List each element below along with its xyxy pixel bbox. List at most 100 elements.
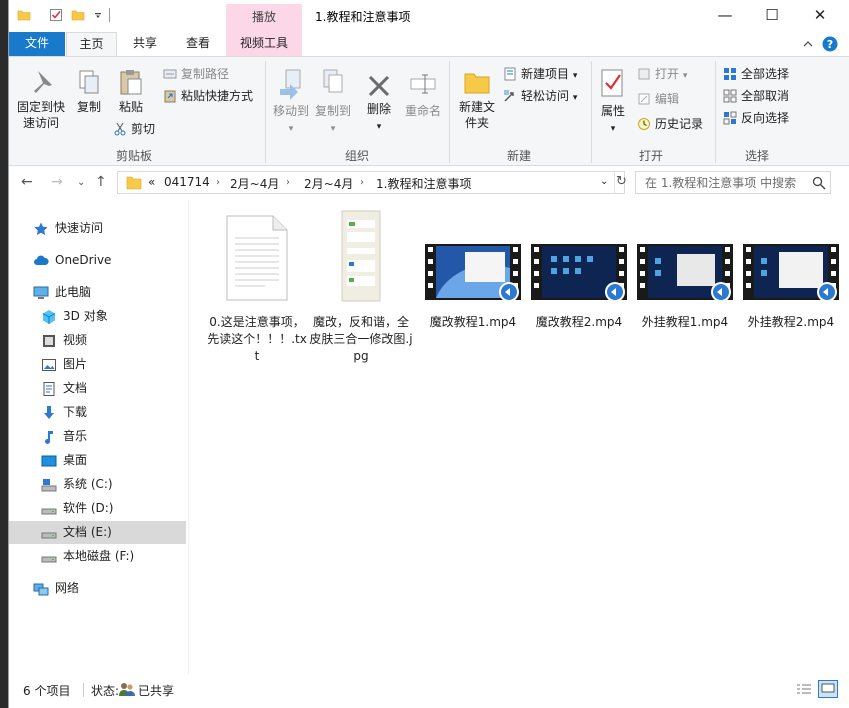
delete-x-icon bbox=[368, 75, 390, 97]
select-all-button[interactable]: 全部选择 bbox=[723, 66, 789, 82]
breadcrumb-chevron-icon[interactable]: › bbox=[216, 177, 220, 188]
properties-icon bbox=[601, 69, 623, 97]
invert-selection-button[interactable]: 反向选择 bbox=[723, 110, 789, 126]
pin-quick-access-button[interactable]: 固定到快速访问 bbox=[15, 67, 67, 131]
forward-arrow-icon[interactable]: → bbox=[51, 174, 63, 190]
minimize-button[interactable]: — bbox=[702, 0, 748, 32]
properties-button[interactable]: 属性 ▾ bbox=[597, 67, 629, 137]
maximize-button[interactable]: ☐ bbox=[749, 0, 795, 32]
nav-item-drive-e[interactable]: 文档 (E:) bbox=[9, 521, 186, 544]
large-icons-view-icon[interactable] bbox=[818, 680, 838, 698]
tab-file[interactable]: 文件 bbox=[9, 32, 65, 56]
search-box[interactable] bbox=[635, 171, 831, 194]
search-input[interactable] bbox=[636, 172, 806, 193]
nav-item-this-pc[interactable]: 此电脑 bbox=[9, 281, 186, 304]
back-arrow-icon[interactable]: ← bbox=[21, 174, 33, 190]
easy-access-button[interactable]: 轻松访问 ▾ bbox=[503, 88, 577, 106]
move-to-button[interactable]: 移动到▾ bbox=[271, 67, 311, 137]
folder-icon[interactable] bbox=[17, 8, 31, 22]
new-folder-icon[interactable] bbox=[71, 8, 85, 22]
nav-label: 图片 bbox=[63, 357, 88, 371]
breadcrumb-chevron-icon[interactable]: › bbox=[286, 177, 290, 188]
breadcrumb-chevron-icon[interactable]: › bbox=[360, 177, 364, 188]
collapse-ribbon-icon[interactable] bbox=[802, 38, 814, 50]
tab-share[interactable]: 共享 bbox=[119, 32, 171, 56]
paste-label: 粘贴 bbox=[118, 100, 143, 114]
nav-item-3d-objects[interactable]: 3D 对象 bbox=[9, 305, 186, 328]
cube-icon bbox=[42, 310, 56, 324]
nav-label: 网络 bbox=[55, 581, 80, 595]
group-label-open: 打开 bbox=[638, 149, 663, 163]
tab-home[interactable]: 主页 bbox=[66, 32, 117, 57]
nav-label: 视频 bbox=[63, 333, 88, 347]
recent-locations-chevron-icon[interactable]: ⌄ bbox=[77, 177, 85, 188]
nav-label: 桌面 bbox=[63, 453, 88, 467]
download-arrow-icon bbox=[44, 406, 54, 419]
invert-selection-icon bbox=[723, 111, 737, 125]
copy-path-button[interactable]: 复制路径 bbox=[163, 66, 229, 82]
address-bar[interactable]: « 041714 › 2月~4月 › 2月~4月 › 1.教程和注意事项 ⌄ ↻ bbox=[117, 171, 627, 194]
nav-item-documents[interactable]: 文档 bbox=[9, 377, 186, 400]
refresh-icon[interactable]: ↻ bbox=[616, 174, 627, 189]
nav-label: 系统 (C:) bbox=[63, 477, 113, 491]
tab-video-tools[interactable]: 视频工具 bbox=[226, 32, 302, 56]
move-to-icon bbox=[280, 69, 301, 100]
desktop-icon bbox=[41, 455, 57, 467]
group-separator bbox=[591, 61, 592, 163]
breadcrumb-item[interactable]: 2月~4月 bbox=[230, 175, 279, 192]
share-state-value: 已共享 bbox=[138, 684, 175, 698]
nav-item-desktop[interactable]: 桌面 bbox=[9, 449, 186, 472]
move-to-label: 移动到 bbox=[272, 104, 309, 118]
search-icon[interactable] bbox=[812, 176, 826, 190]
new-folder-button[interactable]: 新建文件夹 bbox=[455, 67, 499, 131]
nav-item-drive-d[interactable]: 软件 (D:) bbox=[9, 497, 186, 520]
edit-icon bbox=[638, 93, 650, 105]
nav-item-onedrive[interactable]: OneDrive bbox=[9, 249, 186, 272]
video-thumbnail bbox=[743, 244, 839, 302]
nav-item-videos[interactable]: 视频 bbox=[9, 329, 186, 352]
history-button[interactable]: 历史记录 bbox=[637, 116, 703, 132]
nav-item-drive-f[interactable]: 本地磁盘 (F:) bbox=[9, 545, 186, 568]
address-dropdown-chevron-icon[interactable]: ⌄ bbox=[600, 176, 608, 187]
tab-view[interactable]: 查看 bbox=[172, 32, 224, 56]
copy-to-button[interactable]: 复制到▾ bbox=[313, 67, 353, 137]
group-separator bbox=[265, 61, 266, 163]
select-all-icon bbox=[724, 68, 736, 80]
help-icon[interactable]: ? bbox=[822, 36, 838, 52]
rename-button[interactable]: 重命名 bbox=[403, 67, 443, 119]
paste-button[interactable]: 粘贴 bbox=[113, 67, 149, 115]
status-bar: 6 个项目 状态: 已共享 bbox=[9, 674, 849, 708]
nav-item-quick-access[interactable]: 快速访问 bbox=[9, 217, 186, 240]
details-view-icon[interactable] bbox=[795, 682, 813, 698]
close-button[interactable]: ✕ bbox=[797, 0, 843, 32]
paste-shortcut-button[interactable]: 粘贴快捷方式 bbox=[163, 88, 253, 104]
copy-label: 复制 bbox=[76, 100, 101, 114]
delete-button[interactable]: 删除 ▾ bbox=[360, 71, 398, 135]
nav-item-music[interactable]: 音乐 bbox=[9, 425, 186, 448]
nav-item-drive-c[interactable]: 系统 (C:) bbox=[9, 473, 186, 496]
chevron-down-icon[interactable] bbox=[91, 8, 105, 22]
breadcrumb-overflow[interactable]: « bbox=[148, 175, 155, 189]
copy-button[interactable]: 复制 bbox=[71, 67, 107, 115]
new-item-button[interactable]: 新建项目 ▾ bbox=[503, 66, 577, 84]
nav-label: 文档 (E:) bbox=[63, 525, 112, 539]
svg-text:?: ? bbox=[827, 38, 833, 51]
music-note-icon bbox=[45, 431, 53, 444]
cut-button[interactable]: 剪切 bbox=[113, 121, 155, 137]
nav-item-pictures[interactable]: 图片 bbox=[9, 353, 186, 376]
breadcrumb-item[interactable]: 2月~4月 bbox=[304, 175, 353, 192]
picture-icon bbox=[42, 359, 56, 371]
select-none-button[interactable]: 全部取消 bbox=[723, 88, 789, 104]
system-drive-icon bbox=[41, 479, 57, 492]
history-label: 历史记录 bbox=[655, 117, 704, 131]
up-arrow-icon[interactable]: ↑ bbox=[95, 174, 107, 190]
edit-button[interactable]: 编辑 bbox=[637, 91, 679, 107]
breadcrumb-item[interactable]: 041714 bbox=[164, 175, 210, 189]
group-label-organize: 组织 bbox=[344, 149, 369, 163]
breadcrumb-item[interactable]: 1.教程和注意事项 bbox=[376, 175, 471, 192]
properties-check-icon[interactable] bbox=[49, 8, 63, 22]
nav-item-network[interactable]: 网络 bbox=[9, 577, 186, 600]
nav-item-downloads[interactable]: 下载 bbox=[9, 401, 186, 424]
group-label-select: 选择 bbox=[744, 149, 769, 163]
open-button[interactable]: 打开 ▾ bbox=[637, 66, 687, 84]
